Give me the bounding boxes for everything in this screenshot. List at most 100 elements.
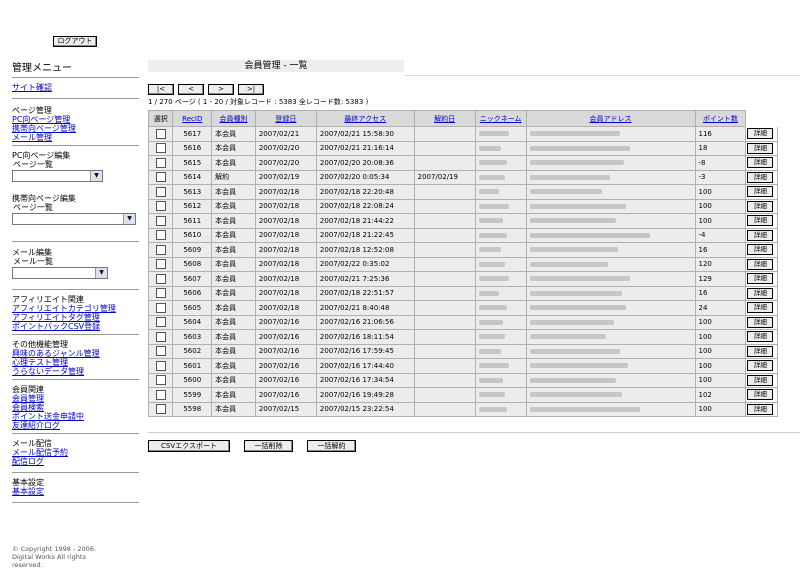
redacted-text (478, 392, 505, 398)
detail-button[interactable]: 詳細 (747, 200, 774, 212)
redacted-text (529, 131, 620, 137)
row-checkbox[interactable] (155, 128, 166, 139)
row-checkbox[interactable] (155, 201, 166, 212)
detail-button[interactable]: 詳細 (747, 142, 774, 154)
detail-button[interactable]: 詳細 (747, 258, 774, 270)
pc-page-select[interactable]: ▼ (12, 170, 103, 182)
row-checkbox[interactable] (155, 215, 166, 226)
redacted-text (529, 348, 620, 354)
row-checkbox[interactable] (155, 172, 166, 183)
sort-last-access-link[interactable]: 最終アクセス (344, 115, 386, 123)
detail-cell: 詳細 (745, 271, 778, 287)
friend-referral-link[interactable]: 友達紹介ログ (12, 421, 139, 430)
row-checkbox[interactable] (155, 360, 166, 371)
pc-page-mgmt-link[interactable]: PC向ページ管理 (12, 115, 139, 124)
detail-button[interactable]: 詳細 (747, 403, 774, 415)
row-checkbox[interactable] (155, 317, 166, 328)
detail-button[interactable]: 詳細 (747, 128, 774, 140)
csv-export-button[interactable]: CSVエクスポート (148, 440, 230, 452)
point-transfer-link[interactable]: ポイント送金申請中 (12, 412, 139, 421)
row-checkbox[interactable] (155, 244, 166, 255)
member-type-cell: 本会員 (211, 300, 256, 316)
redacted-text (529, 160, 624, 166)
row-checkbox[interactable] (155, 230, 166, 241)
address-cell (525, 242, 696, 258)
bulk-cancel-button[interactable]: 一括解約 (307, 440, 356, 452)
nickname-cell (474, 169, 527, 185)
fortune-data-link[interactable]: うらないデータ管理 (12, 367, 139, 376)
mobile-page-select[interactable]: ▼ (12, 213, 136, 225)
recid-cell: 5607 (172, 271, 213, 287)
points-cell: 100 (694, 358, 747, 374)
first-page-button[interactable]: |< (148, 84, 174, 95)
row-checkbox[interactable] (155, 186, 166, 197)
row-checkbox[interactable] (155, 331, 166, 342)
reg-date-cell: 2007/02/16 (254, 314, 317, 330)
detail-button[interactable]: 詳細 (747, 374, 774, 386)
points-cell: 100 (694, 343, 747, 359)
mail-mgmt-link[interactable]: メール管理 (12, 133, 139, 142)
detail-button[interactable]: 詳細 (747, 302, 774, 314)
row-checkbox[interactable] (155, 389, 166, 400)
detail-button[interactable]: 詳細 (747, 186, 774, 198)
genre-mgmt-link[interactable]: 興味のあるジャンル管理 (12, 349, 139, 358)
row-checkbox[interactable] (155, 273, 166, 284)
affiliate-category-link[interactable]: アフィリエイトカテゴリ管理 (12, 304, 139, 313)
nickname-cell (474, 140, 527, 156)
member-type-cell: 本会員 (211, 387, 256, 403)
psych-test-link[interactable]: 心理テスト管理 (12, 358, 139, 367)
detail-button[interactable]: 詳細 (747, 157, 774, 169)
detail-button[interactable]: 詳細 (747, 287, 774, 299)
prev-page-button[interactable]: < (178, 84, 204, 95)
member-search-link[interactable]: 会員検索 (12, 403, 139, 412)
affiliate-tag-link[interactable]: アフィリエイトタグ管理 (12, 313, 139, 322)
detail-button[interactable]: 詳細 (747, 316, 774, 328)
last-access-cell: 2007/02/16 21:06:56 (315, 314, 415, 330)
sort-cancel-link[interactable]: 解約日 (434, 115, 455, 123)
detail-button[interactable]: 詳細 (747, 244, 774, 256)
detail-button[interactable]: 詳細 (747, 389, 774, 401)
detail-button[interactable]: 詳細 (747, 171, 774, 183)
row-checkbox[interactable] (155, 375, 166, 386)
row-checkbox[interactable] (155, 302, 166, 313)
detail-button[interactable]: 詳細 (747, 345, 774, 357)
sort-reg-link[interactable]: 登録日 (275, 115, 296, 123)
next-page-button[interactable]: > (208, 84, 234, 95)
sort-nickname-link[interactable]: ニックネーム (480, 115, 522, 123)
sort-address-link[interactable]: 会員アドレス (590, 115, 632, 123)
sidebar: 管理メニュー サイト確認 ページ管理 PC向ページ管理 携帯向ページ管理 メール… (12, 59, 139, 503)
sort-points-link[interactable]: ポイント数 (703, 115, 738, 123)
row-checkbox[interactable] (155, 404, 166, 415)
member-type-cell: 本会員 (211, 372, 256, 388)
detail-button[interactable]: 詳細 (747, 273, 774, 285)
detail-button[interactable]: 詳細 (747, 229, 774, 241)
row-checkbox[interactable] (155, 143, 166, 154)
logout-button[interactable]: ログアウト (53, 36, 97, 47)
detail-button[interactable]: 詳細 (747, 331, 774, 343)
row-checkbox[interactable] (155, 346, 166, 357)
row-checkbox[interactable] (155, 157, 166, 168)
nickname-cell (474, 285, 527, 301)
divider (148, 432, 800, 433)
select-cell (147, 300, 174, 316)
mail-select[interactable]: ▼ (12, 267, 108, 279)
member-mgmt-link[interactable]: 会員管理 (12, 394, 139, 403)
row-checkbox[interactable] (155, 259, 166, 270)
pointback-csv-link[interactable]: ポイントバックCSV登録 (12, 322, 139, 331)
row-checkbox[interactable] (155, 288, 166, 299)
redacted-text (478, 334, 505, 340)
sort-type-link[interactable]: 会員種別 (219, 115, 247, 123)
bulk-delete-button[interactable]: 一括削除 (244, 440, 293, 452)
site-check-link[interactable]: サイト確認 (12, 83, 139, 92)
detail-button[interactable]: 詳細 (747, 360, 774, 372)
last-page-button[interactable]: >| (238, 84, 264, 95)
delivery-log-link[interactable]: 配信ログ (12, 457, 139, 466)
basic-settings-link[interactable]: 基本設定 (12, 487, 139, 496)
sort-recid-link[interactable]: RecID (182, 115, 202, 123)
mobile-page-mgmt-link[interactable]: 携帯向ページ管理 (12, 124, 139, 133)
mail-reservation-link[interactable]: メール配信予約 (12, 448, 139, 457)
last-access-cell: 2007/02/21 8:40:48 (315, 300, 415, 316)
redacted-text (478, 261, 505, 267)
detail-button[interactable]: 詳細 (747, 215, 774, 227)
select-cell (147, 184, 174, 200)
